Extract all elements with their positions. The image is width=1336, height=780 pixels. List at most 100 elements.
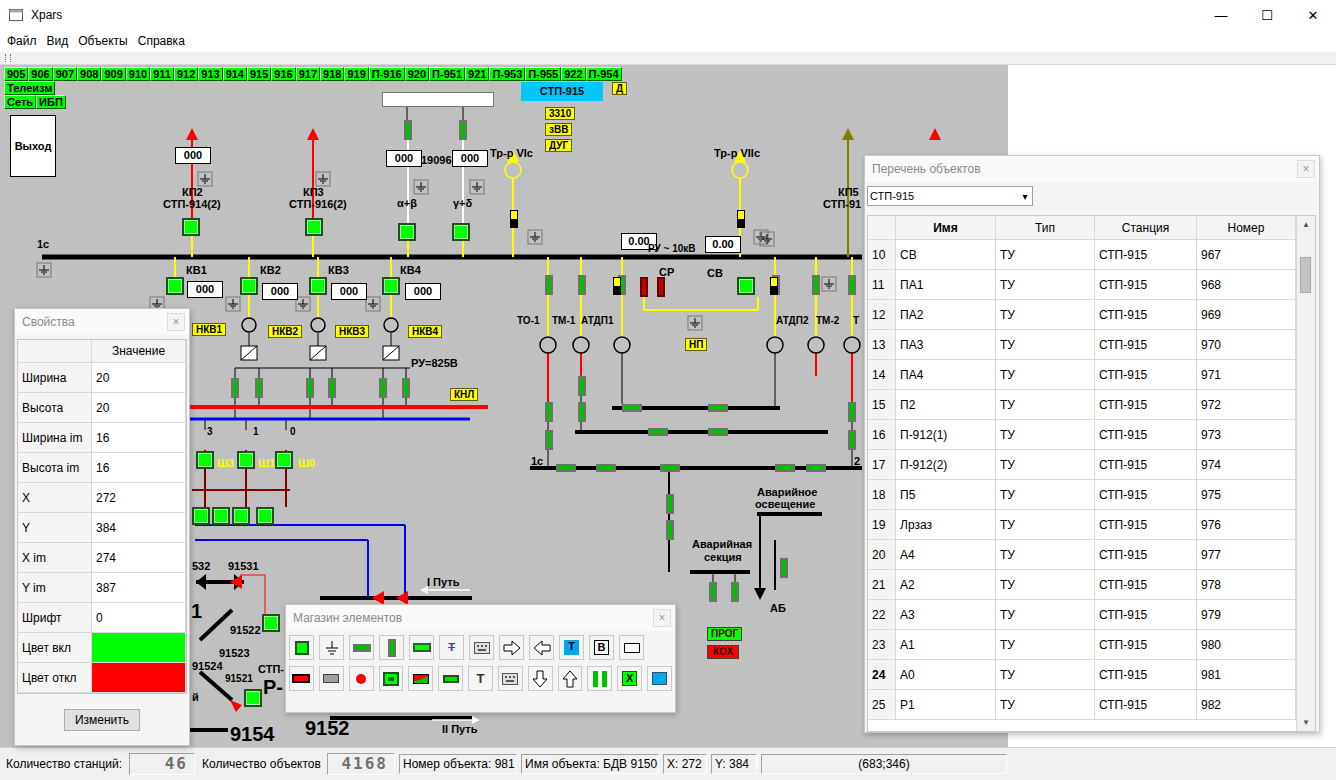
property-row[interactable]: Y im 387 bbox=[18, 573, 186, 603]
palette-tool[interactable] bbox=[319, 635, 344, 660]
station-button[interactable]: 912 bbox=[174, 67, 198, 81]
palette-tool[interactable]: Т bbox=[468, 666, 493, 691]
palette-tool[interactable] bbox=[528, 666, 553, 691]
window-title-bar[interactable]: Свойства × bbox=[15, 309, 189, 335]
palette-tool[interactable]: В bbox=[589, 635, 614, 660]
property-value[interactable]: 20 bbox=[92, 393, 186, 422]
apply-button[interactable]: Изменить bbox=[64, 709, 140, 731]
switch[interactable] bbox=[596, 464, 616, 472]
station-button[interactable]: Сеть bbox=[4, 95, 36, 109]
switch[interactable] bbox=[231, 378, 239, 398]
palette-tool[interactable] bbox=[349, 635, 374, 660]
property-row[interactable]: Шрифт 0 bbox=[18, 603, 186, 633]
scrollbar[interactable]: ▲ ▼ bbox=[1296, 216, 1315, 731]
switch[interactable] bbox=[578, 376, 586, 396]
station-button[interactable]: П-953 bbox=[489, 67, 525, 81]
switch[interactable] bbox=[737, 210, 745, 228]
switch[interactable] bbox=[240, 277, 258, 295]
station-button[interactable]: 917 bbox=[296, 67, 320, 81]
close-button[interactable]: × bbox=[167, 313, 185, 331]
station-button[interactable]: 913 bbox=[198, 67, 222, 81]
station-button[interactable]: 907 bbox=[53, 67, 77, 81]
switch[interactable] bbox=[775, 464, 795, 472]
switch[interactable] bbox=[806, 464, 826, 472]
switch[interactable] bbox=[812, 275, 820, 295]
station-button[interactable]: 916 bbox=[271, 67, 295, 81]
property-row[interactable]: Высота 20 bbox=[18, 393, 186, 423]
color-value[interactable] bbox=[92, 663, 186, 692]
switch[interactable] bbox=[848, 402, 856, 422]
table-row[interactable]: 19 Лрзаз ТУ СТП-915 976 bbox=[868, 510, 1296, 540]
table-row[interactable]: 10 СВ ТУ СТП-915 967 bbox=[868, 240, 1296, 270]
palette-tool[interactable] bbox=[379, 635, 404, 660]
properties-window[interactable]: Свойства × Значение Ширина 20Высота 20Ши… bbox=[14, 308, 190, 746]
menu-item[interactable]: Справка bbox=[133, 34, 190, 48]
switch[interactable] bbox=[545, 275, 553, 295]
window-title-bar[interactable]: Магазин элементов × bbox=[286, 605, 675, 631]
palette-tool[interactable] bbox=[349, 666, 374, 691]
station-button[interactable]: 914 bbox=[223, 67, 247, 81]
property-row[interactable]: X im 274 bbox=[18, 543, 186, 573]
switch[interactable] bbox=[192, 507, 210, 525]
property-row[interactable]: Ширина 20 bbox=[18, 363, 186, 393]
property-value[interactable]: 384 bbox=[92, 513, 186, 542]
switch[interactable] bbox=[306, 378, 314, 398]
switch[interactable] bbox=[182, 218, 200, 236]
column-header[interactable] bbox=[868, 216, 896, 239]
switch[interactable] bbox=[640, 277, 648, 297]
switch[interactable] bbox=[305, 218, 323, 236]
switch[interactable] bbox=[262, 614, 280, 632]
table-row[interactable]: 14 ПА4 ТУ СТП-915 971 bbox=[868, 360, 1296, 390]
property-value[interactable]: 16 bbox=[92, 423, 186, 452]
switch[interactable] bbox=[708, 428, 728, 436]
switch[interactable] bbox=[382, 277, 400, 295]
table-row[interactable]: 24 А0 ТУ СТП-915 981 bbox=[868, 660, 1296, 690]
station-button[interactable]: 921 bbox=[465, 67, 489, 81]
palette-tool[interactable] bbox=[438, 666, 463, 691]
window-title-bar[interactable]: Перечень объектов × bbox=[865, 156, 1319, 182]
switch[interactable] bbox=[452, 223, 470, 241]
palette-tool[interactable]: Т bbox=[439, 635, 464, 660]
switch[interactable] bbox=[737, 277, 755, 295]
station-button[interactable]: 911 bbox=[150, 67, 174, 81]
close-button[interactable]: × bbox=[653, 609, 671, 627]
station-button[interactable]: П-955 bbox=[525, 67, 561, 81]
palette-tool[interactable]: Х bbox=[617, 666, 642, 691]
palette-tool[interactable] bbox=[498, 666, 523, 691]
table-row[interactable]: 13 ПА3 ТУ СТП-915 970 bbox=[868, 330, 1296, 360]
palette-tool[interactable] bbox=[469, 635, 494, 660]
window-control[interactable]: ☐ bbox=[1244, 0, 1290, 30]
station-button[interactable]: 920 bbox=[405, 67, 429, 81]
close-button[interactable]: × bbox=[1297, 160, 1315, 178]
menu-item[interactable]: Файл bbox=[2, 34, 42, 48]
property-value[interactable]: 274 bbox=[92, 543, 186, 572]
property-row[interactable]: Y 384 bbox=[18, 513, 186, 543]
column-header[interactable]: Тип bbox=[996, 216, 1095, 239]
palette-tool[interactable] bbox=[289, 635, 314, 660]
table-row[interactable]: 22 А3 ТУ СТП-915 979 bbox=[868, 600, 1296, 630]
switch[interactable] bbox=[613, 277, 621, 295]
palette-tool[interactable] bbox=[409, 635, 434, 660]
switch[interactable] bbox=[402, 378, 410, 398]
switch[interactable] bbox=[708, 404, 728, 412]
station-dropdown[interactable]: СТП-915 ▾ bbox=[867, 186, 1033, 206]
switch[interactable] bbox=[545, 430, 553, 450]
switch[interactable] bbox=[657, 277, 665, 297]
switch[interactable] bbox=[237, 451, 255, 469]
station-button[interactable]: 908 bbox=[77, 67, 101, 81]
scroll-down-button[interactable]: ▼ bbox=[1297, 714, 1315, 731]
palette-tool[interactable] bbox=[529, 635, 554, 660]
switch[interactable] bbox=[256, 507, 274, 525]
station-button[interactable]: 910 bbox=[126, 67, 150, 81]
toolbar-grip-icon[interactable] bbox=[5, 54, 11, 62]
table-row[interactable]: 12 ПА2 ТУ СТП-915 969 bbox=[868, 300, 1296, 330]
switch[interactable] bbox=[578, 275, 586, 295]
station-button[interactable]: Телеизм bbox=[4, 81, 55, 95]
property-row[interactable]: Ширина im 16 bbox=[18, 423, 186, 453]
switch[interactable] bbox=[459, 120, 467, 140]
dropdown-arrow-icon[interactable]: ▾ bbox=[1018, 191, 1032, 202]
property-row[interactable]: Цвет откл bbox=[18, 663, 186, 693]
station-button[interactable]: 915 bbox=[247, 67, 271, 81]
station-button[interactable]: П-954 bbox=[586, 67, 622, 81]
scroll-up-button[interactable]: ▲ bbox=[1297, 216, 1315, 233]
